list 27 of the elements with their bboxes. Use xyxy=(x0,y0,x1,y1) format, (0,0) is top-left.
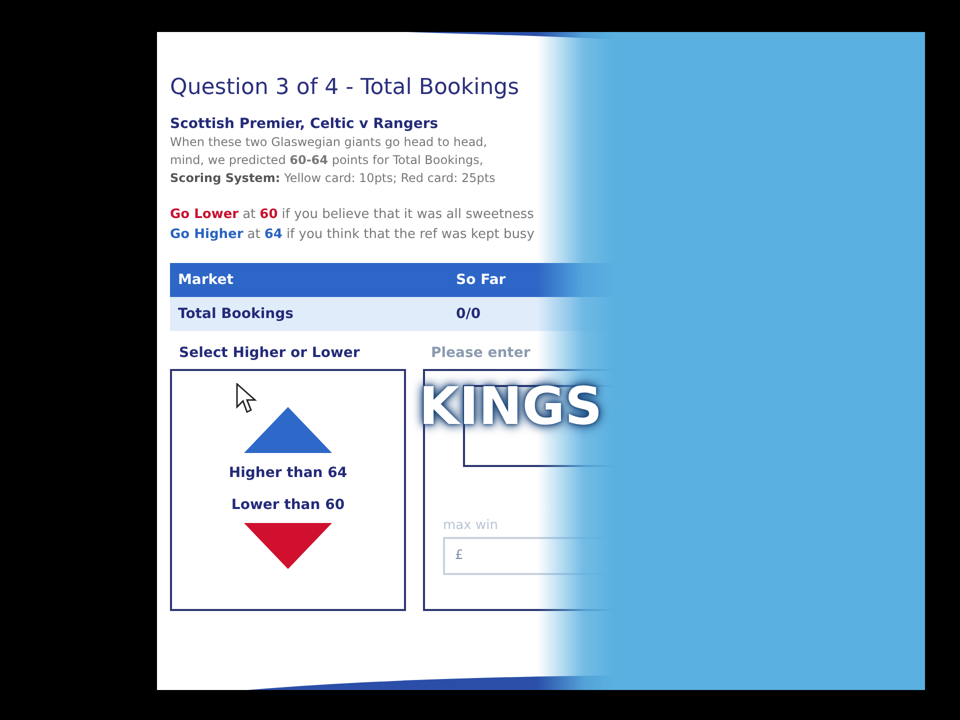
call-action: Go Lower xyxy=(170,206,239,224)
choice-label[interactable]: Higher than 64 xyxy=(228,463,348,483)
call-value: 64 xyxy=(264,226,282,244)
call-at: at xyxy=(242,206,256,224)
call-text: if you think that the ref was kept busy xyxy=(286,226,534,244)
scoring-label: Scoring System: xyxy=(170,170,280,187)
match-title: Scottish Premier, Celtic v Rangers xyxy=(170,115,438,133)
scoring-text: Yellow card: 10pts; Red card: 25pts xyxy=(284,170,496,187)
cursor-icon xyxy=(236,383,258,415)
max-win-label: max win xyxy=(443,517,498,535)
call-value: 60 xyxy=(260,206,278,224)
down-triangle-icon[interactable] xyxy=(244,523,332,569)
choice-label[interactable]: Lower than 60 xyxy=(231,495,345,515)
description-line: When these two Glaswegian giants go head to head, xyxy=(170,134,488,151)
select-label: Select Higher or Lower xyxy=(178,344,360,363)
stake-prompt: Please enter xyxy=(430,344,530,363)
column-header: Market xyxy=(178,272,234,288)
call-action: Go Higher xyxy=(170,226,244,244)
call-at: at xyxy=(247,226,260,244)
call-text: if you believe that it was all sweetness xyxy=(282,206,534,224)
description-line: mind, we predicted 60-64 points for Total Bookings, xyxy=(170,152,484,169)
table-cell: Total Bookings xyxy=(178,306,294,322)
up-triangle-icon[interactable] xyxy=(244,407,332,453)
currency-symbol: £ xyxy=(455,547,464,566)
question-title: Question 3 of 4 - Total Bookings xyxy=(170,74,520,102)
column-header: So Far xyxy=(456,272,506,288)
table-cell: 0/0 xyxy=(456,306,481,322)
